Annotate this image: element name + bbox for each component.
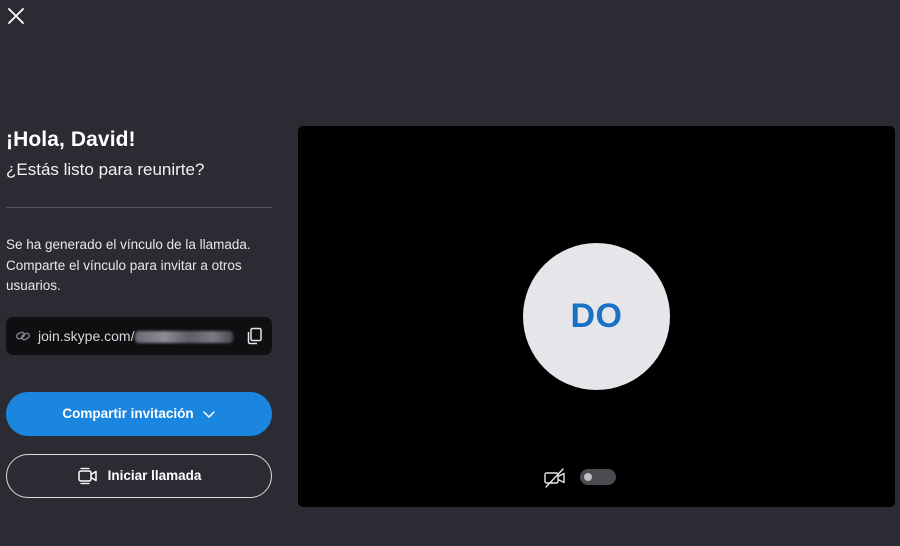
close-button[interactable] [6, 6, 26, 26]
link-info-text: Se ha generado el vínculo de la llamada.… [6, 237, 251, 293]
share-invitation-button[interactable]: Compartir invitación [6, 391, 272, 436]
camera-switch-knob [584, 473, 592, 481]
video-preview: DO [298, 126, 895, 507]
greeting-title: ¡Hola, David! [6, 128, 136, 151]
greeting-subtitle: ¿Estás listo para reunirte? [6, 160, 205, 179]
copy-icon [247, 327, 262, 344]
meeting-link-text: join.skype.com/ [38, 327, 234, 344]
meeting-link-box[interactable]: join.skype.com/ [6, 316, 272, 355]
meet-now-screen: ¡Hola, David! ¿Estás listo para reunirte… [0, 0, 900, 546]
chevron-down-icon [202, 409, 216, 419]
camera-switch[interactable] [580, 469, 616, 485]
camera-toggle-button[interactable] [543, 467, 567, 489]
meeting-link-prefix: join.skype.com/ [38, 327, 135, 344]
copy-link-button[interactable] [246, 327, 263, 345]
avatar-initials: DO [570, 297, 623, 335]
left-panel: ¡Hola, David! ¿Estás listo para reunirte… [6, 126, 272, 498]
start-call-button[interactable]: Iniciar llamada [6, 453, 272, 498]
start-call-label: Iniciar llamada [107, 468, 202, 483]
divider [6, 207, 272, 208]
share-invitation-label: Compartir invitación [62, 406, 194, 421]
camera-off-icon [544, 468, 565, 488]
close-icon [8, 8, 24, 24]
video-call-icon [77, 466, 99, 486]
meeting-link-obscured [135, 330, 234, 343]
avatar: DO [523, 243, 670, 390]
link-icon [15, 328, 31, 344]
